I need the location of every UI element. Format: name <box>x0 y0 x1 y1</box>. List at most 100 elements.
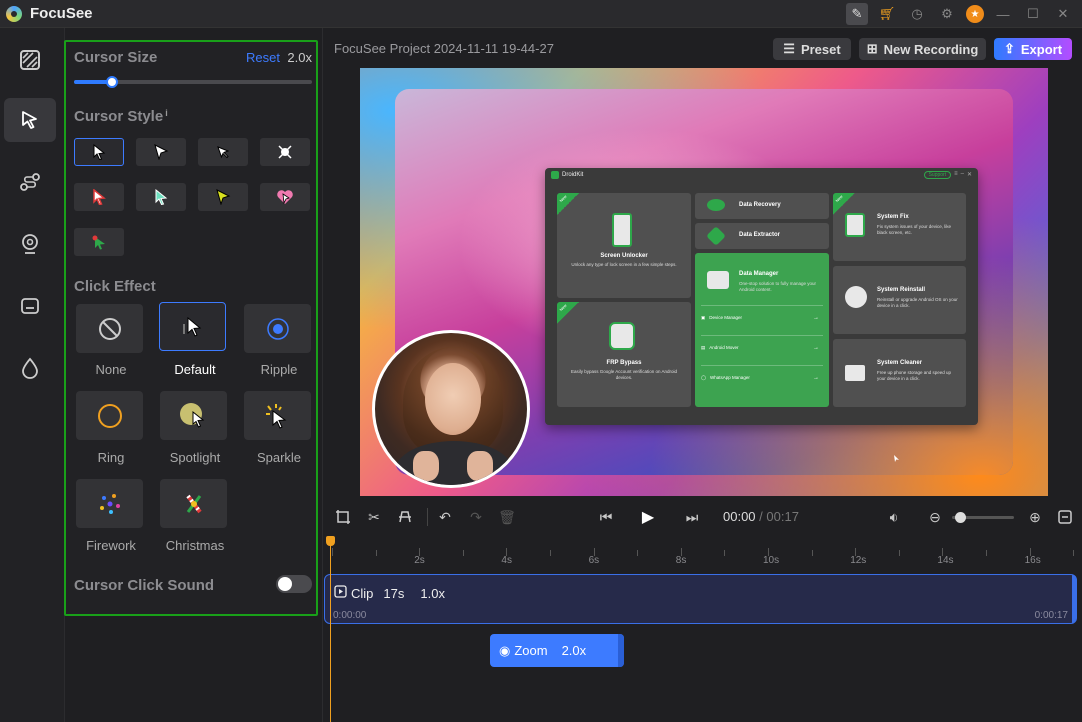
data-manager-card[interactable]: Data Manager One-stop solution to fully … <box>695 253 829 407</box>
data-recovery-card[interactable]: Data Recovery <box>695 193 829 219</box>
zoom-label: Zoom <box>514 643 548 658</box>
camera-icon[interactable] <box>4 222 56 266</box>
redo-icon[interactable]: ↷ <box>464 505 488 529</box>
cursor-style-option[interactable] <box>260 183 310 211</box>
delete-icon[interactable]: 🗑︎ <box>495 505 519 529</box>
ruler-tick <box>986 550 987 556</box>
cursor-icon[interactable] <box>4 98 56 142</box>
cursor-style-option[interactable] <box>74 183 124 211</box>
effect-default[interactable] <box>159 302 226 351</box>
ruler-tick <box>550 550 551 556</box>
new-recording-label: New Recording <box>883 41 979 57</box>
export-button[interactable]: ⇪ Export <box>994 38 1072 60</box>
system-reinstall-card[interactable]: System Reinstall Reinstall or upgrade An… <box>833 266 966 334</box>
crop-icon[interactable] <box>331 505 355 529</box>
new-recording-button[interactable]: ⊞ New Recording <box>859 38 986 60</box>
history-icon[interactable]: ◷ <box>906 3 928 25</box>
effect-firework[interactable] <box>76 479 143 528</box>
data-manager-title: Data Manager <box>739 271 779 277</box>
play-icon[interactable]: ▶ <box>636 505 660 529</box>
close-icon[interactable]: ✕ <box>967 171 972 179</box>
timeline-ruler[interactable]: 2s 4s 6s 8s 10s 12s 14s 16s <box>323 536 1082 570</box>
minimize-icon[interactable]: — <box>992 3 1014 25</box>
data-extractor-card[interactable]: Data Extractor <box>695 223 829 249</box>
reinstall-icon <box>845 286 867 308</box>
effect-spotlight[interactable] <box>160 391 227 440</box>
ruler-tick-label: 10s <box>763 555 780 566</box>
preset-button[interactable]: ☰ Preset <box>773 38 851 60</box>
cursor-style-option[interactable] <box>136 138 186 166</box>
cursor-style-option[interactable] <box>198 138 248 166</box>
effect-ring[interactable] <box>76 391 143 440</box>
system-fix-desc: Fix system issues of your device, like b… <box>877 224 952 235</box>
video-clip-track[interactable]: Clip 17s 1.0x 0:00:00 0:00:17 <box>324 574 1077 624</box>
close-icon[interactable]: ✕ <box>1052 3 1074 25</box>
slider-knob[interactable] <box>106 76 119 88</box>
effect-ripple[interactable] <box>244 304 311 353</box>
playhead[interactable] <box>326 536 335 722</box>
effect-christmas[interactable] <box>160 479 227 528</box>
effect-label: Firework <box>86 538 136 553</box>
droidkit-logo-icon <box>551 171 559 179</box>
reset-button[interactable]: Reset <box>246 50 280 65</box>
info-icon[interactable]: i <box>165 108 168 118</box>
path-icon[interactable] <box>4 160 56 204</box>
zoom-out-icon[interactable]: ⊖ <box>923 505 947 529</box>
cut-icon[interactable]: ✂ <box>362 505 386 529</box>
cart-icon[interactable]: 🛒︎ <box>876 3 898 25</box>
fit-timeline-icon[interactable] <box>1053 505 1077 529</box>
whatsapp-manager-row[interactable]: ◯ WhatsApp Manager → <box>701 365 823 389</box>
zoom-slider-knob[interactable] <box>955 512 967 523</box>
effect-none[interactable] <box>76 304 143 353</box>
device-icon: ▣ <box>701 314 706 320</box>
system-cleaner-card[interactable]: System Cleaner Free up phone storage and… <box>833 339 966 407</box>
effect-label: None <box>95 362 127 377</box>
zoom-trim-handle[interactable] <box>618 634 624 667</box>
tool-rail <box>0 28 64 722</box>
system-fix-card[interactable]: New System Fix Fix system issues of your… <box>833 193 966 261</box>
cursor-style-option[interactable] <box>74 228 124 256</box>
caption-icon[interactable] <box>4 284 56 328</box>
skip-back-icon[interactable]: ⏮︎ <box>594 505 618 529</box>
time-display: 00:00 / 00:17 <box>723 509 799 524</box>
cursor-style-option[interactable] <box>74 138 124 166</box>
ruler-tick-label: 6s <box>588 555 600 566</box>
frp-bypass-card[interactable]: New FRP Bypass Easily bypass Google Accou… <box>557 302 691 407</box>
ruler-tick <box>332 548 333 556</box>
speed-icon[interactable] <box>393 505 417 529</box>
click-effect-title: Click Effect <box>74 278 156 295</box>
click-sound-toggle[interactable] <box>276 575 312 593</box>
edit-icon[interactable]: ✎ <box>846 3 868 25</box>
minimize-icon[interactable]: – <box>961 171 964 179</box>
webcam-overlay[interactable] <box>372 330 530 488</box>
webcam-person-face <box>425 363 481 435</box>
screen-unlocker-card[interactable]: New Screen Unlocker Unlock any type of lo… <box>557 193 691 298</box>
android-mover-row[interactable]: ▤ Android Mover → <box>701 335 823 359</box>
video-clip-icon <box>334 585 347 601</box>
settings-icon[interactable]: ⚙ <box>936 3 958 25</box>
undo-icon[interactable]: ↶ <box>433 505 457 529</box>
menu-icon[interactable]: ≡ <box>954 171 958 179</box>
ruler-tick-label: 8s <box>675 555 687 566</box>
cursor-size-slider[interactable] <box>74 76 312 88</box>
promo-icon[interactable]: ★ <box>966 5 984 23</box>
webcam-person-hand <box>413 451 439 481</box>
volume-icon[interactable]: 🔉︎ <box>882 505 906 529</box>
titlebar-controls: ✎ 🛒︎ ◷ ⚙ ★ — ☐ ✕ <box>846 3 1074 25</box>
zoom-segment[interactable]: ◉ Zoom 2.0x <box>490 634 624 667</box>
color-icon[interactable] <box>4 346 56 390</box>
clip-trim-handle[interactable] <box>1072 575 1076 623</box>
skip-forward-icon[interactable]: ⏭︎ <box>680 505 704 529</box>
cursor-style-option[interactable] <box>198 183 248 211</box>
maximize-icon[interactable]: ☐ <box>1022 3 1044 25</box>
timeline-zoom-slider[interactable] <box>952 512 1014 523</box>
zoom-in-icon[interactable]: ⊕ <box>1023 505 1047 529</box>
support-button[interactable]: Support <box>923 171 952 179</box>
effect-sparkle[interactable] <box>244 391 311 440</box>
cursor-size-title: Cursor Size <box>74 49 158 66</box>
cursor-style-option[interactable] <box>260 138 310 166</box>
cursor-style-option[interactable] <box>136 183 186 211</box>
device-manager-row[interactable]: ▣ Device Manager → <box>701 305 823 329</box>
screen-unlocker-text: Screen Unlocker Unlock any type of lock s… <box>557 253 691 268</box>
layout-icon[interactable] <box>4 38 56 82</box>
